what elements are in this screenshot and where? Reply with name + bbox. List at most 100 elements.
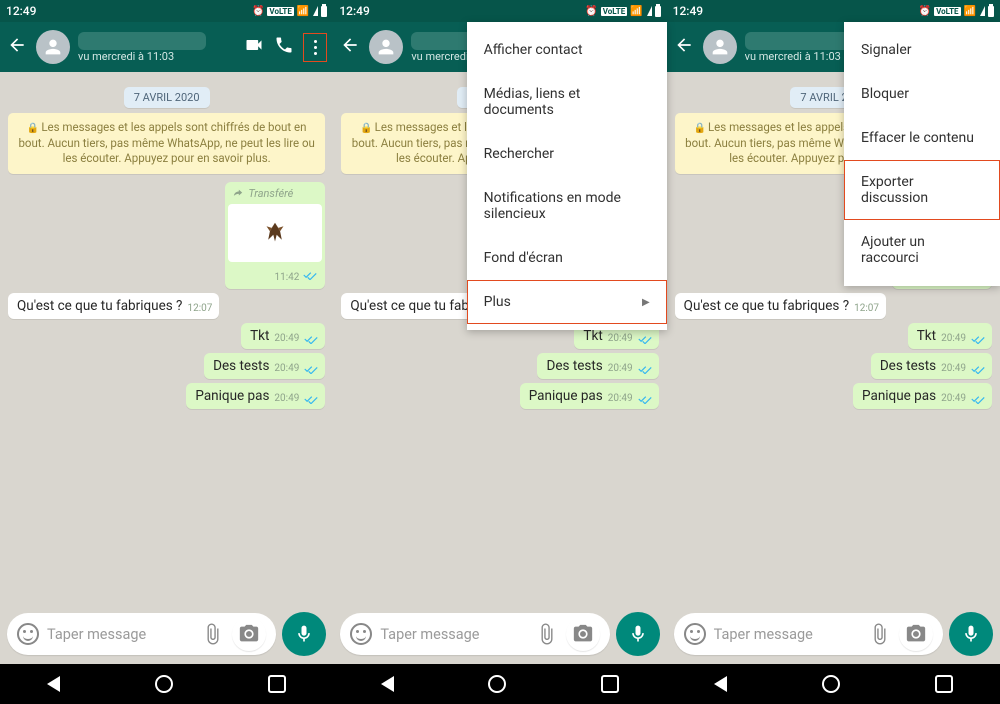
message-in[interactable]: Qu'est ce que tu fabriques ?12:07	[675, 293, 886, 319]
nav-home-button[interactable]	[155, 675, 173, 693]
nav-back-button[interactable]	[714, 676, 727, 692]
menu-block[interactable]: Bloquer	[844, 72, 1000, 116]
mic-icon	[294, 623, 314, 645]
message-forwarded-image[interactable]: Transféré 11:42	[225, 182, 325, 289]
overflow-submenu-more: Signaler Bloquer Effacer le contenu Expo…	[844, 22, 1000, 286]
lock-icon: 🔒	[27, 123, 39, 134]
camera-button[interactable]	[232, 617, 266, 651]
battery-icon	[988, 6, 994, 17]
emoji-icon[interactable]	[17, 623, 39, 645]
read-ticks-icon	[304, 364, 318, 374]
avatar[interactable]	[703, 30, 737, 64]
video-call-icon[interactable]	[243, 35, 265, 59]
signal-icon	[980, 6, 985, 16]
menu-search[interactable]: Rechercher	[467, 132, 667, 176]
avatar[interactable]	[36, 30, 70, 64]
message-out[interactable]: Tkt20:49	[241, 323, 325, 349]
header-info[interactable]: Contact redacted 0 vu mercredi à 11:03	[78, 31, 235, 63]
navigation-bar	[667, 664, 1000, 704]
mic-icon	[628, 623, 648, 645]
screenshot-panel-2: 12:49 ⏰ VoLTE 📶 Contact redacted 0 vu me…	[333, 0, 666, 704]
read-ticks-icon	[971, 364, 985, 374]
emoji-icon[interactable]	[684, 623, 706, 645]
back-icon[interactable]	[673, 35, 695, 59]
menu-report[interactable]: Signaler	[844, 28, 1000, 72]
attach-icon[interactable]	[869, 623, 891, 645]
message-input[interactable]: Taper message	[340, 613, 609, 655]
forward-icon	[232, 188, 244, 198]
encryption-notice[interactable]: 🔒Les messages et les appels sont chiffré…	[8, 113, 325, 174]
nav-recent-button[interactable]	[935, 675, 953, 693]
menu-view-contact[interactable]: Afficher contact	[467, 28, 667, 72]
last-seen: vu mercredi à 11:03	[78, 50, 235, 63]
menu-clear-chat[interactable]: Effacer le contenu	[844, 116, 1000, 160]
status-time: 12:49	[673, 4, 703, 18]
nav-home-button[interactable]	[488, 675, 506, 693]
alarm-icon: ⏰	[919, 6, 931, 17]
camera-button[interactable]	[899, 617, 933, 651]
menu-export-chat[interactable]: Exporter discussion	[844, 160, 1000, 220]
avatar[interactable]	[369, 30, 403, 64]
menu-mute-notifications[interactable]: Notifications en mode silencieux	[467, 176, 667, 236]
date-badge: 7 AVRIL 2020	[8, 86, 325, 105]
status-time: 12:49	[339, 4, 369, 18]
read-ticks-icon	[303, 270, 317, 280]
input-bar: Taper message	[667, 606, 1000, 664]
emoji-icon[interactable]	[350, 623, 372, 645]
nav-recent-button[interactable]	[601, 675, 619, 693]
app-bar: Contact redacted 0 vu mercredi à 11:03	[0, 22, 333, 72]
more-menu-button[interactable]	[303, 33, 327, 62]
menu-media-links-docs[interactable]: Médias, liens et documents	[467, 72, 667, 132]
message-out[interactable]: Des tests20:49	[204, 353, 325, 379]
menu-more[interactable]: Plus▶	[467, 280, 667, 324]
read-ticks-icon	[638, 364, 652, 374]
signal-icon	[313, 6, 318, 16]
battery-icon	[321, 6, 327, 17]
navigation-bar	[0, 664, 333, 704]
input-placeholder: Taper message	[380, 626, 527, 643]
message-in[interactable]: Qu'est ce que tu fabriques ?12:07	[8, 293, 219, 319]
back-icon[interactable]	[6, 35, 28, 59]
forwarded-label: Transféré	[248, 187, 293, 200]
message-out[interactable]: Panique pas20:49	[520, 383, 659, 409]
volte-icon: VoLTE	[267, 7, 293, 16]
message-out[interactable]: Panique pas20:49	[853, 383, 992, 409]
volte-icon: VoLTE	[934, 7, 960, 16]
status-bar: 12:49 ⏰ VoLTE 📶	[333, 0, 666, 22]
alarm-icon: ⏰	[252, 6, 264, 17]
message-out[interactable]: Des tests20:49	[537, 353, 658, 379]
message-out[interactable]: Tkt20:49	[908, 323, 992, 349]
more-vertical-icon	[308, 40, 322, 55]
camera-icon	[238, 623, 260, 645]
camera-button[interactable]	[566, 617, 600, 651]
menu-wallpaper[interactable]: Fond d'écran	[467, 236, 667, 280]
message-input[interactable]: Taper message	[674, 613, 943, 655]
wifi-icon: 📶	[630, 6, 642, 17]
signal-icon	[647, 6, 652, 16]
message-out[interactable]: Panique pas20:49	[186, 383, 325, 409]
back-icon[interactable]	[339, 35, 361, 59]
nav-back-button[interactable]	[47, 676, 60, 692]
nav-home-button[interactable]	[822, 675, 840, 693]
mic-icon	[961, 623, 981, 645]
input-placeholder: Taper message	[714, 626, 861, 643]
nav-back-button[interactable]	[381, 676, 394, 692]
read-ticks-icon	[971, 394, 985, 404]
message-input[interactable]: Taper message	[7, 613, 276, 655]
camera-icon	[572, 623, 594, 645]
message-out[interactable]: Des tests20:49	[871, 353, 992, 379]
status-bar: 12:49 ⏰ VoLTE 📶	[0, 0, 333, 22]
menu-add-shortcut[interactable]: Ajouter un raccourci	[844, 220, 1000, 280]
read-ticks-icon	[304, 394, 318, 404]
voice-record-button[interactable]	[282, 612, 326, 656]
attach-icon[interactable]	[536, 623, 558, 645]
camera-icon	[905, 623, 927, 645]
voice-record-button[interactable]	[616, 612, 660, 656]
voice-call-icon[interactable]	[273, 35, 295, 59]
alarm-icon: ⏰	[585, 6, 597, 17]
attach-icon[interactable]	[202, 623, 224, 645]
overflow-menu: Afficher contact Médias, liens et docume…	[467, 22, 667, 330]
lock-icon: 🔒	[360, 123, 372, 134]
voice-record-button[interactable]	[949, 612, 993, 656]
nav-recent-button[interactable]	[268, 675, 286, 693]
